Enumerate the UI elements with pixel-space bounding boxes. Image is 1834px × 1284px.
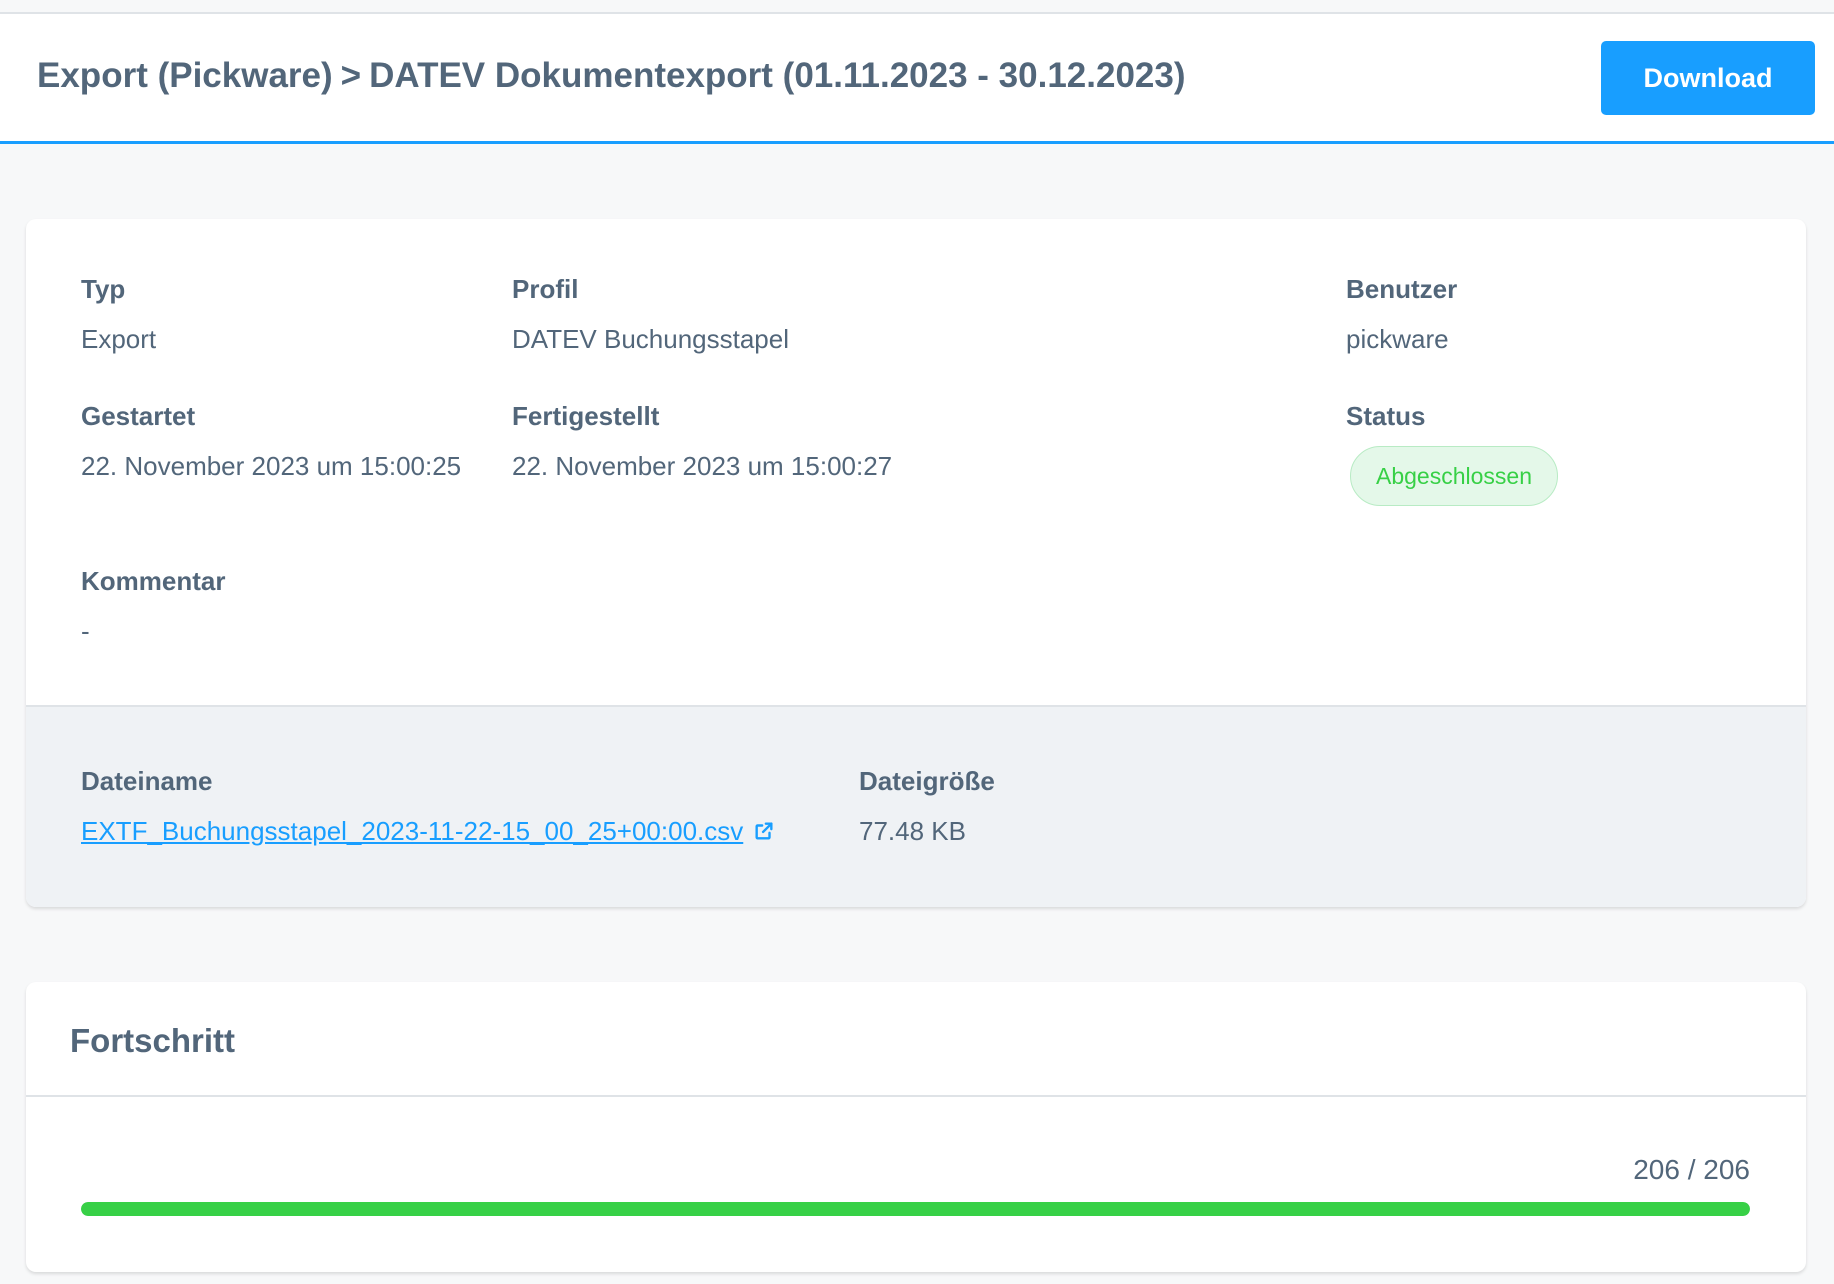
- finished-value: 22. November 2023 um 15:00:27: [512, 451, 892, 482]
- filename-link[interactable]: EXTF_Buchungsstapel_2023-11-22-15_00_25+…: [81, 816, 743, 846]
- top-border: [0, 0, 1834, 14]
- type-label: Typ: [81, 274, 156, 305]
- status-badge: Abgeschlossen: [1350, 446, 1558, 506]
- breadcrumb: Export (Pickware)>DATEV Dokumentexport (…: [37, 56, 1186, 96]
- breadcrumb-parent[interactable]: Export (Pickware): [37, 56, 333, 95]
- filename-label: Dateiname: [81, 766, 775, 797]
- started-value: 22. November 2023 um 15:00:25: [81, 451, 461, 482]
- filesize-label: Dateigröße: [859, 766, 995, 797]
- started-label: Gestartet: [81, 401, 461, 432]
- type-field: Typ Export: [81, 274, 156, 355]
- user-field: Benutzer pickware: [1346, 274, 1457, 355]
- user-label: Benutzer: [1346, 274, 1457, 305]
- page-header: Export (Pickware)>DATEV Dokumentexport (…: [0, 14, 1834, 144]
- status-label: Status: [1346, 401, 1425, 432]
- profile-field: Profil DATEV Buchungsstapel: [512, 274, 789, 355]
- started-field: Gestartet 22. November 2023 um 15:00:25: [81, 401, 461, 482]
- comment-label: Kommentar: [81, 566, 225, 597]
- finished-field: Fertigestellt 22. November 2023 um 15:00…: [512, 401, 892, 482]
- filesize-value: 77.48 KB: [859, 816, 995, 847]
- progress-title: Fortschritt: [70, 1022, 235, 1060]
- export-details-card: Typ Export Profil DATEV Buchungsstapel B…: [26, 219, 1806, 907]
- filesize-field: Dateigröße 77.48 KB: [859, 766, 995, 847]
- filename-field: Dateiname EXTF_Buchungsstapel_2023-11-22…: [81, 766, 775, 849]
- progress-count: 206 / 206: [1633, 1154, 1750, 1186]
- user-value: pickware: [1346, 324, 1457, 355]
- external-link-icon[interactable]: [753, 818, 775, 849]
- comment-value: -: [81, 616, 225, 647]
- breadcrumb-separator: >: [341, 56, 361, 95]
- comment-field: Kommentar -: [81, 566, 225, 647]
- download-button[interactable]: Download: [1601, 41, 1815, 115]
- page-title: DATEV Dokumentexport (01.11.2023 - 30.12…: [369, 56, 1185, 95]
- finished-label: Fertigestellt: [512, 401, 892, 432]
- progress-bar: [81, 1202, 1750, 1216]
- progress-card: Fortschritt 206 / 206: [26, 982, 1806, 1272]
- profile-value: DATEV Buchungsstapel: [512, 324, 789, 355]
- type-value: Export: [81, 324, 156, 355]
- progress-bar-fill: [81, 1202, 1750, 1216]
- file-section: Dateiname EXTF_Buchungsstapel_2023-11-22…: [26, 705, 1806, 907]
- divider: [26, 1095, 1806, 1097]
- profile-label: Profil: [512, 274, 789, 305]
- status-field: Status: [1346, 401, 1425, 432]
